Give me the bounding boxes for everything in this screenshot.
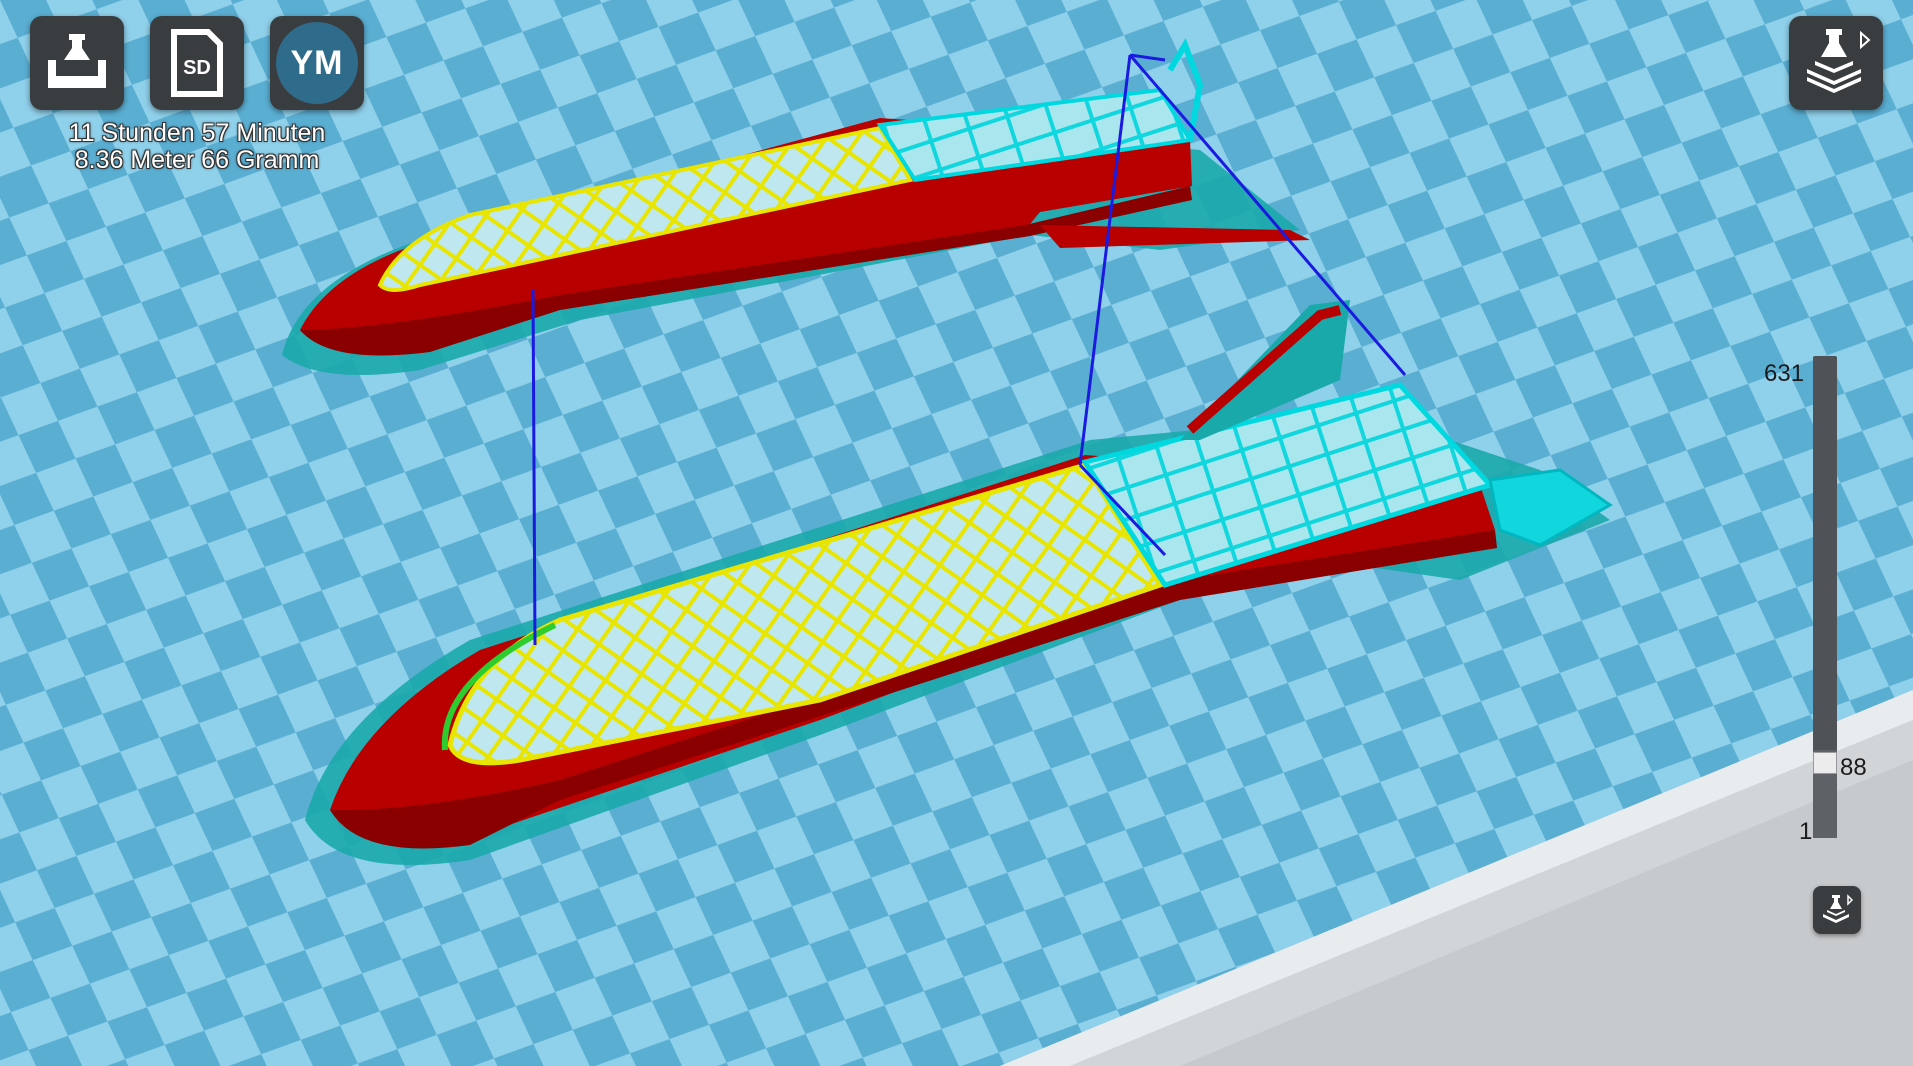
svg-text:SD: SD [183, 57, 211, 79]
layer-view-icon [1807, 29, 1871, 93]
layer-view-small-icon [1823, 894, 1854, 923]
view-mode-button[interactable] [1789, 16, 1883, 110]
print-duration: 11 Stunden 57 Minuten [68, 119, 326, 147]
print-settings-button[interactable] [30, 16, 124, 110]
layer-view-toggle-button[interactable] [1813, 886, 1861, 934]
layer-min-label: 1 [1799, 818, 1813, 845]
sd-card-button[interactable]: SD [150, 16, 244, 110]
print-estimate: 11 Stunden 57 Minuten 8.36 Meter 66 Gram… [30, 120, 364, 174]
print-head-tray-icon [48, 34, 106, 88]
sd-card-icon: SD [171, 29, 223, 97]
user-avatar: YM [276, 22, 358, 104]
user-account-button[interactable]: YM [270, 16, 364, 110]
layer-current-label: 88 [1840, 754, 1867, 781]
layer-max-label: 631 [1764, 360, 1805, 387]
print-material: 8.36 Meter 66 Gramm [74, 146, 320, 174]
layer-slider-handle[interactable] [1813, 752, 1837, 774]
